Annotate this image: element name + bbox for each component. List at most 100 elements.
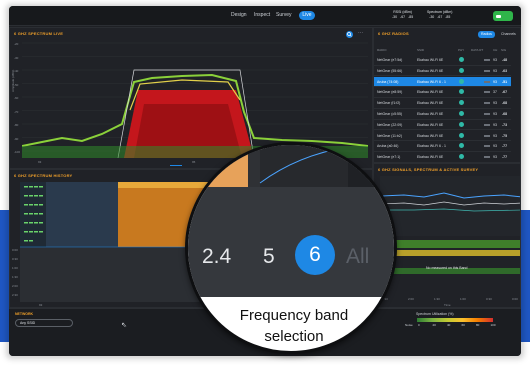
- zoom-icon[interactable]: [346, 31, 353, 38]
- tab-channels[interactable]: Channels: [498, 31, 519, 38]
- lens-chart-fragment: [188, 145, 394, 187]
- radio-ssid: Ekahau Wi-Fi 6E: [417, 112, 444, 116]
- radio-channel: 93: [493, 155, 497, 160]
- waterfall-signal-mark: [34, 195, 38, 197]
- mouse-cursor-icon: ⇖: [121, 322, 127, 329]
- waterfall-signal-mark: [24, 204, 28, 206]
- spectrum-live-chart: [22, 42, 368, 158]
- col-phy[interactable]: PHY: [458, 48, 464, 52]
- col-channel[interactable]: CH: [493, 48, 497, 52]
- radio-ssid: Ekahau Wi-Fi 6E: [417, 58, 444, 62]
- history-y-tick: 2:00: [12, 284, 18, 288]
- top-bar: Design Inspect Survey Live RSSI (dBm) -3…: [9, 6, 521, 26]
- radio-signal: -68: [502, 101, 508, 106]
- tab-live[interactable]: Live: [299, 11, 315, 20]
- radio-name: NetGear (55:66): [377, 68, 403, 73]
- utilization-scale-tick: 0: [418, 323, 420, 327]
- radio-signal: -77: [502, 144, 508, 149]
- lens-top-region: [188, 145, 394, 187]
- radio-signal: -63: [502, 68, 508, 73]
- radio-row[interactable]: NetGear (11:b2) Ekahau Wi-Fi 6E 93 -75: [374, 131, 511, 142]
- survey-time-tick: 1:00: [460, 297, 466, 301]
- data-rate-icon: [484, 80, 490, 83]
- radio-row[interactable]: NetGear (55:66) Ekahau Wi-Fi 6E 93 -63: [374, 66, 511, 77]
- spectrum-live-y-tick: -80: [14, 123, 19, 127]
- wifi-phy-icon: [459, 111, 464, 116]
- band-option-5ghz[interactable]: 5: [263, 245, 275, 269]
- rssi-value-low: -85: [408, 14, 414, 19]
- waterfall-signal-mark: [24, 195, 28, 197]
- spectrum-strip-top: [380, 240, 520, 248]
- wifi-phy-icon: [459, 89, 464, 95]
- waterfall-signal-mark: [39, 186, 43, 188]
- waterfall-signal-mark: [34, 186, 38, 188]
- radio-signal: -77: [502, 155, 508, 160]
- band-option-all[interactable]: All: [346, 245, 369, 269]
- radio-channel: 93: [493, 133, 497, 138]
- tab-inspect[interactable]: Inspect: [254, 12, 270, 18]
- data-rate-icon: [484, 59, 490, 61]
- data-rate-icon: [484, 102, 490, 105]
- col-ssid[interactable]: SSID: [417, 48, 424, 52]
- history-y-tick: 2:30: [12, 293, 18, 297]
- spectrum-strip-mid: [380, 250, 520, 256]
- survey-time-tick: 0:30: [486, 297, 492, 301]
- utilization-scale-tick: 20: [432, 323, 436, 327]
- wifi-phy-icon: [459, 121, 464, 127]
- col-radio[interactable]: RADIO: [377, 48, 387, 52]
- spectrum-value-high: -30: [429, 14, 435, 19]
- tab-radios[interactable]: Radios: [478, 31, 495, 38]
- col-data-rate[interactable]: DATA RT: [471, 48, 483, 52]
- wifi-phy-icon: [459, 78, 464, 84]
- spectrum-value-mid: -67: [437, 14, 443, 19]
- survey-time-tick: 2:00: [408, 297, 414, 301]
- waterfall-signal-mark: [34, 213, 38, 215]
- amplitude-axis-label: Amplitude (dBm): [11, 69, 15, 92]
- radio-ssid: Ekahau Wi-Fi 6E: [417, 90, 444, 95]
- radio-row[interactable]: NetGear (f1:f2) Ekahau Wi-Fi 6E 93 -68: [374, 98, 511, 109]
- radio-ssid: Ekahau Wi-Fi 6E: [417, 101, 444, 106]
- sensor-status-badge[interactable]: [493, 11, 513, 21]
- waterfall-signal-mark: [39, 222, 43, 224]
- radio-channel: 93: [493, 144, 497, 149]
- band-option-6ghz-selected[interactable]: 6: [295, 235, 335, 275]
- spectrum-legend: Spectrum (dBm) -30 -67 -85: [427, 10, 452, 19]
- radios-table-header: RADIO SSID PHY DATA RT CH SIG: [374, 48, 511, 54]
- network-select[interactable]: Any SSID: [15, 319, 73, 327]
- callout-caption-line2: selection: [264, 328, 324, 345]
- rssi-label: RSSI (dBm): [393, 10, 412, 14]
- band-option-2-4ghz[interactable]: 2.4: [202, 245, 231, 269]
- radio-signal: -68: [502, 112, 508, 116]
- radio-row[interactable]: NetGear (e7:5d) Ekahau Wi-Fi 6E 93 -48: [374, 55, 511, 66]
- waterfall-signal-mark: [29, 240, 33, 242]
- radio-ssid: Ekahau Wi-Fi 6E: [417, 133, 444, 138]
- more-options-icon[interactable]: ···: [358, 30, 363, 36]
- spectrum-value-low: -85: [445, 14, 451, 19]
- radio-ssid: Ekahau Wi-Fi 6E: [417, 122, 444, 127]
- wifi-phy-icon: [459, 143, 464, 149]
- radio-row[interactable]: Aruba (74:08) Ekahau Wi-Fi 6 - 1 93 -51: [374, 76, 511, 88]
- radio-row[interactable]: NetGear (e8:59) Ekahau Wi-Fi 6E 37 -67: [374, 87, 511, 98]
- waterfall-signal-mark: [39, 231, 43, 233]
- lens-band-selector-area: [188, 145, 394, 297]
- col-signal[interactable]: SIG: [501, 48, 506, 52]
- radio-channel: 93: [493, 122, 497, 127]
- spectrum-live-y-tick: -40: [14, 69, 19, 73]
- survey-x-label: Time: [444, 303, 451, 307]
- rssi-legend: RSSI (dBm) -30 -67 -85: [391, 10, 414, 19]
- channel-scroll-handle[interactable]: [170, 165, 182, 166]
- spectrum-label: Spectrum (dBm): [427, 10, 453, 14]
- data-rate-icon: [484, 156, 490, 159]
- callout-caption: Frequency band selection: [188, 305, 394, 347]
- waterfall-signal-mark: [29, 204, 33, 206]
- tab-survey[interactable]: Survey: [276, 12, 292, 18]
- tab-design[interactable]: Design: [231, 12, 247, 18]
- magnifier-lens: 2.4 5 6 All Frequency band selection: [185, 142, 397, 354]
- radio-row[interactable]: NetGear (22:09) Ekahau Wi-Fi 6E 93 -73: [374, 120, 511, 131]
- radio-ssid: Ekahau Wi-Fi 6 - 1: [417, 144, 446, 149]
- utilization-scale-tick: 40: [447, 323, 451, 327]
- waterfall-signal-mark: [39, 204, 43, 206]
- radio-row[interactable]: NetGear (c5:55) Ekahau Wi-Fi 6E 93 -68: [374, 109, 511, 120]
- spectrum-live-title: 6 GHZ SPECTRUM LIVE: [14, 31, 64, 36]
- radio-name: NetGear (11:b2): [377, 133, 403, 138]
